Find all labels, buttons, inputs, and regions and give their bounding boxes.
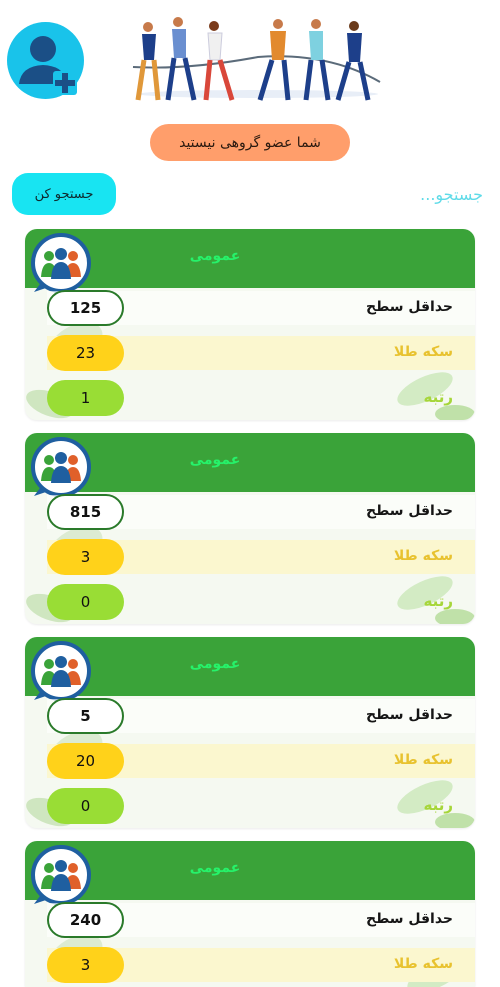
min-level-label: حداقل سطح (365, 299, 453, 315)
min-level-value: 815 (47, 494, 124, 530)
gold-coin-value: 20 (47, 743, 124, 779)
group-name: عمومی (189, 656, 241, 672)
min-level-label: حداقل سطح (365, 503, 453, 519)
group-people-icon (31, 233, 91, 293)
min-level-value: 240 (47, 902, 124, 938)
rank-label: رتبه (423, 388, 454, 406)
rank-value: 0 (47, 788, 124, 824)
search-input[interactable] (315, 176, 483, 212)
gold-coin-value: 3 (47, 539, 124, 575)
rank-label: رتبه (423, 796, 454, 814)
min-level-value: 5 (47, 698, 124, 734)
add-user-button[interactable] (7, 22, 84, 99)
gold-coin-value: 23 (47, 335, 124, 371)
min-level-label: حداقل سطح (365, 707, 453, 723)
gold-coin-label: سکه طلا (393, 548, 453, 564)
search-button[interactable]: جستجو کن (12, 173, 116, 215)
not-member-notice: شما عضو گروهی نیستید (150, 124, 350, 161)
group-people-icon (31, 845, 91, 905)
group-people-icon (31, 641, 91, 701)
rank-label: رتبه (423, 592, 454, 610)
group-name: عمومی (189, 452, 241, 468)
gold-coin-label: سکه طلا (393, 752, 453, 768)
rank-value: 1 (47, 380, 124, 416)
add-user-icon (19, 36, 77, 95)
group-card[interactable]: عمومی 815 حداقل سطح 3 سکه طلا 0 رتبه (25, 433, 475, 624)
gold-coin-label: سکه طلا (393, 956, 453, 972)
group-card[interactable]: عمومی 5 حداقل سطح 20 سکه طلا 0 رتبه (25, 637, 475, 828)
tug-of-war-illustration (132, 17, 381, 101)
gold-coin-label: سکه طلا (393, 344, 453, 360)
group-name: عمومی (189, 860, 241, 876)
group-card[interactable]: عمومی 125 حداقل سطح 23 سکه طلا 1 رتبه (25, 229, 475, 420)
min-level-label: حداقل سطح (365, 911, 453, 927)
group-people-icon (31, 437, 91, 497)
group-card[interactable]: عمومی 240 حداقل سطح 3 سکه طلا (25, 841, 475, 987)
min-level-value: 125 (47, 290, 124, 326)
group-name: عمومی (189, 248, 241, 264)
rank-value: 0 (47, 584, 124, 620)
gold-coin-value: 3 (47, 947, 124, 983)
